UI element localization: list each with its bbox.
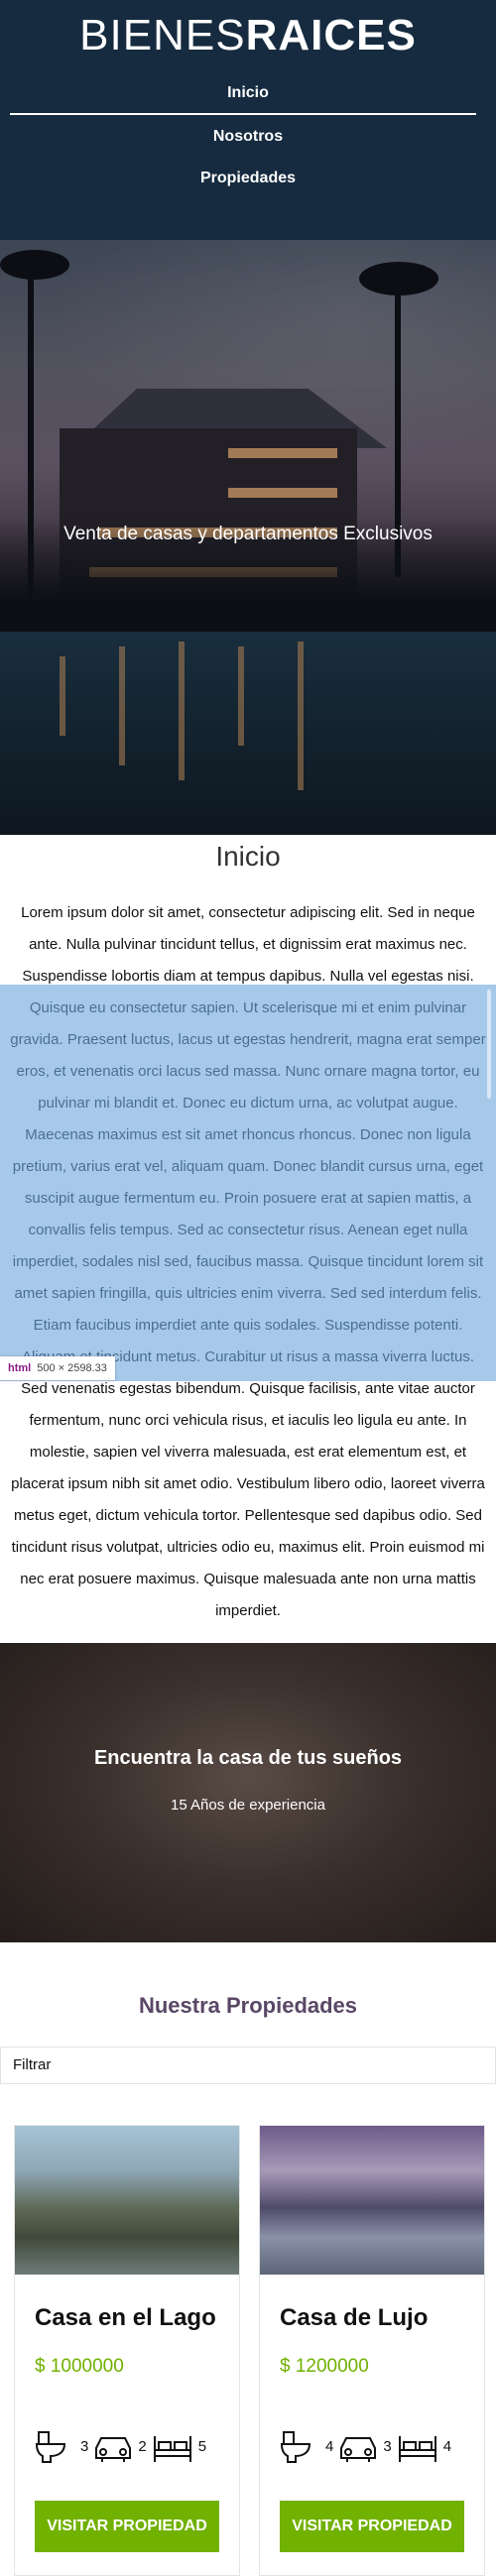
banner-title: Encuentra la casa de tus sueños (93, 1747, 403, 1769)
bed-icon (151, 2428, 194, 2464)
site-logo[interactable]: BIENESRAICES (0, 8, 496, 63)
toilet-count: 3 (80, 2437, 89, 2455)
car-icon (92, 2428, 134, 2464)
nav-link-nosotros[interactable]: Nosotros (0, 126, 496, 148)
property-card: Casa en el Lago $ 1000000 3 2 5 VISITAR … (14, 2125, 240, 2576)
property-image (15, 2126, 239, 2275)
amenities: 3 2 5 (35, 2426, 206, 2466)
bed-icon (396, 2428, 439, 2464)
devtools-size: 500 × 2598.33 (37, 1362, 107, 1374)
properties-title: Nuestra Propiedades (138, 1993, 358, 2018)
car-icon (337, 2428, 379, 2464)
bedroom-count: 5 (197, 2437, 207, 2455)
property-price: $ 1000000 (35, 2356, 124, 2377)
hero-image: Venta de casas y departamentos Exclusivo… (0, 240, 496, 835)
property-name: Casa en el Lago (35, 2304, 216, 2331)
site-header: BIENESRAICES Inicio Nosotros Propiedades (0, 0, 496, 240)
logo-bold-text: RAICES (245, 11, 417, 59)
parking-count: 3 (383, 2437, 392, 2455)
parking-count: 2 (138, 2437, 147, 2455)
nav-link-inicio[interactable]: Inicio (0, 82, 496, 104)
hero-title: Venta de casas y departamentos Exclusivo… (63, 524, 433, 544)
property-price: $ 1200000 (280, 2356, 369, 2377)
banner-subtitle: 15 Años de experiencia (171, 1797, 325, 1814)
property-card: Casa de Lujo $ 1200000 4 3 4 VISITAR PRO… (259, 2125, 485, 2576)
scrollbar[interactable] (487, 990, 491, 1099)
logo-light-text: BIENES (79, 11, 246, 59)
toilet-icon (35, 2428, 76, 2464)
devtools-tag: html (8, 1362, 32, 1374)
section-title-inicio: Inicio (215, 841, 281, 872)
toilet-count: 4 (325, 2437, 334, 2455)
visit-property-button[interactable]: VISITAR PROPIEDAD (280, 2501, 464, 2552)
nav-underline (10, 113, 476, 115)
filter-input[interactable]: Filtrar (0, 2047, 496, 2084)
banner-image (0, 1643, 496, 1942)
amenities: 4 3 4 (280, 2426, 451, 2466)
visit-property-button[interactable]: VISITAR PROPIEDAD (35, 2501, 219, 2552)
devtools-selection-highlight (0, 985, 496, 1381)
nav-link-propiedades[interactable]: Propiedades (0, 168, 496, 189)
bedroom-count: 4 (442, 2437, 452, 2455)
property-image (260, 2126, 484, 2275)
devtools-size-badge: html 500 × 2598.33 (0, 1356, 115, 1380)
toilet-icon (280, 2428, 321, 2464)
property-name: Casa de Lujo (280, 2304, 429, 2331)
